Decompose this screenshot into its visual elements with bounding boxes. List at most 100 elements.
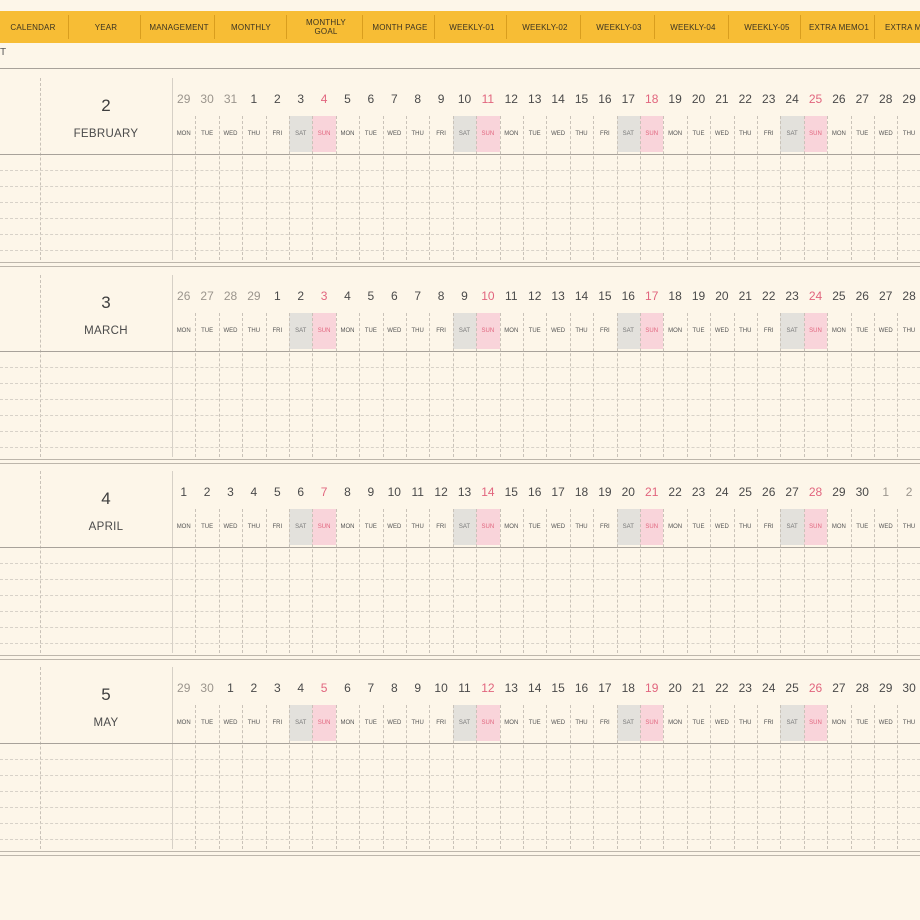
day-column-divider xyxy=(195,705,197,849)
tab-monthly-goal[interactable]: MONTHLY GOAL xyxy=(288,11,364,43)
weekday-label: SUN xyxy=(312,116,336,152)
day-column-divider xyxy=(710,705,712,849)
writing-row-line xyxy=(0,234,920,235)
tab-weekly-03[interactable]: WEEKLY-03 xyxy=(582,11,656,43)
header-underline xyxy=(0,154,920,155)
day-number: 1 xyxy=(180,485,188,499)
day-column-divider xyxy=(897,116,899,260)
day-number: 1 xyxy=(227,681,234,695)
day-column-divider xyxy=(803,705,805,849)
day-number: 3 xyxy=(297,92,305,106)
tab-extra-me[interactable]: EXTRA ME xyxy=(876,11,920,43)
weekday-label: THU xyxy=(902,328,916,334)
day-number: 17 xyxy=(621,92,635,106)
tab-weekly-02[interactable]: WEEKLY-02 xyxy=(508,11,582,43)
day-column-divider xyxy=(874,313,875,457)
day-number: 30 xyxy=(200,92,214,106)
tab-monthly[interactable]: MONTHLY xyxy=(216,11,286,43)
weekday-label: WED xyxy=(714,524,729,530)
day-number: 8 xyxy=(344,485,351,499)
weekday-label: WED xyxy=(387,524,402,530)
tab-extra-memo1[interactable]: EXTRA MEMO1 xyxy=(802,11,876,43)
day-number: 26 xyxy=(855,289,869,303)
tab-month-page[interactable]: MONTH PAGE xyxy=(364,11,436,43)
day-column-divider xyxy=(218,509,220,653)
weekday-label: THU xyxy=(411,131,424,137)
day-number: 6 xyxy=(367,92,375,106)
day-column-divider xyxy=(359,705,361,849)
day-column-divider xyxy=(593,313,595,457)
writing-row-line xyxy=(0,579,920,580)
day-number: 19 xyxy=(598,485,612,499)
weekday-label: FRI xyxy=(272,131,283,137)
day-column-divider xyxy=(218,705,220,849)
day-number: 24 xyxy=(715,485,729,499)
tab-management[interactable]: MANAGEMENT xyxy=(142,11,216,43)
day-column-divider xyxy=(616,313,618,457)
day-number: 2 xyxy=(203,485,211,499)
weekday-label: SUN xyxy=(312,705,336,741)
day-column-divider xyxy=(780,116,782,260)
tab-weekly-04[interactable]: WEEKLY-04 xyxy=(656,11,730,43)
day-number: 22 xyxy=(762,289,776,303)
day-number: 22 xyxy=(738,92,752,106)
weekday-label: THU xyxy=(739,524,752,530)
day-column-divider xyxy=(406,705,407,849)
day-number: 23 xyxy=(691,485,706,499)
day-column-divider xyxy=(499,509,501,653)
day-column-divider xyxy=(616,116,618,260)
weekday-label: THU xyxy=(575,131,588,137)
day-number: 3 xyxy=(320,289,328,303)
weekday-label: MON xyxy=(831,524,846,530)
day-number: 18 xyxy=(621,681,635,695)
day-number: 12 xyxy=(434,485,448,499)
weekday-label: MON xyxy=(340,524,355,530)
day-number: 23 xyxy=(762,92,776,106)
weekday-label: WED xyxy=(387,131,402,137)
tab-divider xyxy=(654,15,655,39)
weekday-label: WED xyxy=(551,720,566,726)
day-column-divider xyxy=(499,705,501,849)
weekday-label: THU xyxy=(575,328,588,334)
weekday-label: TUE xyxy=(692,720,705,726)
tab-calendar[interactable]: CALENDAR xyxy=(0,11,66,43)
day-column-divider xyxy=(335,116,337,260)
tab-weekly-05[interactable]: WEEKLY-05 xyxy=(730,11,804,43)
day-number: 30 xyxy=(855,485,869,499)
weekday-label: SUN xyxy=(803,116,828,152)
tab-weekly-01[interactable]: WEEKLY-01 xyxy=(436,11,508,43)
tab-divider xyxy=(728,15,729,39)
day-column-divider xyxy=(850,116,852,260)
day-column-divider xyxy=(382,313,384,457)
day-number: 8 xyxy=(437,289,445,303)
day-number: 2 xyxy=(250,681,258,695)
tab-year[interactable]: YEAR xyxy=(70,11,142,43)
day-number: 25 xyxy=(832,289,846,303)
day-number: 16 xyxy=(528,485,542,499)
header-underline xyxy=(0,743,920,744)
day-column-divider xyxy=(476,509,478,653)
day-number: 1 xyxy=(250,92,258,106)
day-number: 24 xyxy=(785,92,799,106)
weekday-label: MON xyxy=(668,720,683,726)
day-column-divider xyxy=(429,509,431,653)
day-number: 9 xyxy=(461,289,468,303)
day-number: 11 xyxy=(481,92,495,106)
month-name: MARCH xyxy=(84,325,128,337)
day-column-divider xyxy=(569,509,571,653)
day-number: 9 xyxy=(437,92,445,106)
weekday-label: SAT xyxy=(452,509,477,545)
day-number: 21 xyxy=(645,485,659,499)
day-number: 15 xyxy=(504,485,518,499)
weekday-label: WED xyxy=(551,328,566,334)
weekday-label: MON xyxy=(504,328,519,334)
day-number: 12 xyxy=(504,92,518,106)
weekday-label: SUN xyxy=(476,509,500,545)
weekday-label: MON xyxy=(340,328,355,334)
weekday-label: FRI xyxy=(272,524,283,530)
weekday-label: TUE xyxy=(201,524,214,530)
day-column-divider xyxy=(803,116,805,260)
day-number: 7 xyxy=(414,289,422,303)
day-number: 28 xyxy=(902,289,916,303)
weekday-label: TUE xyxy=(692,131,705,137)
